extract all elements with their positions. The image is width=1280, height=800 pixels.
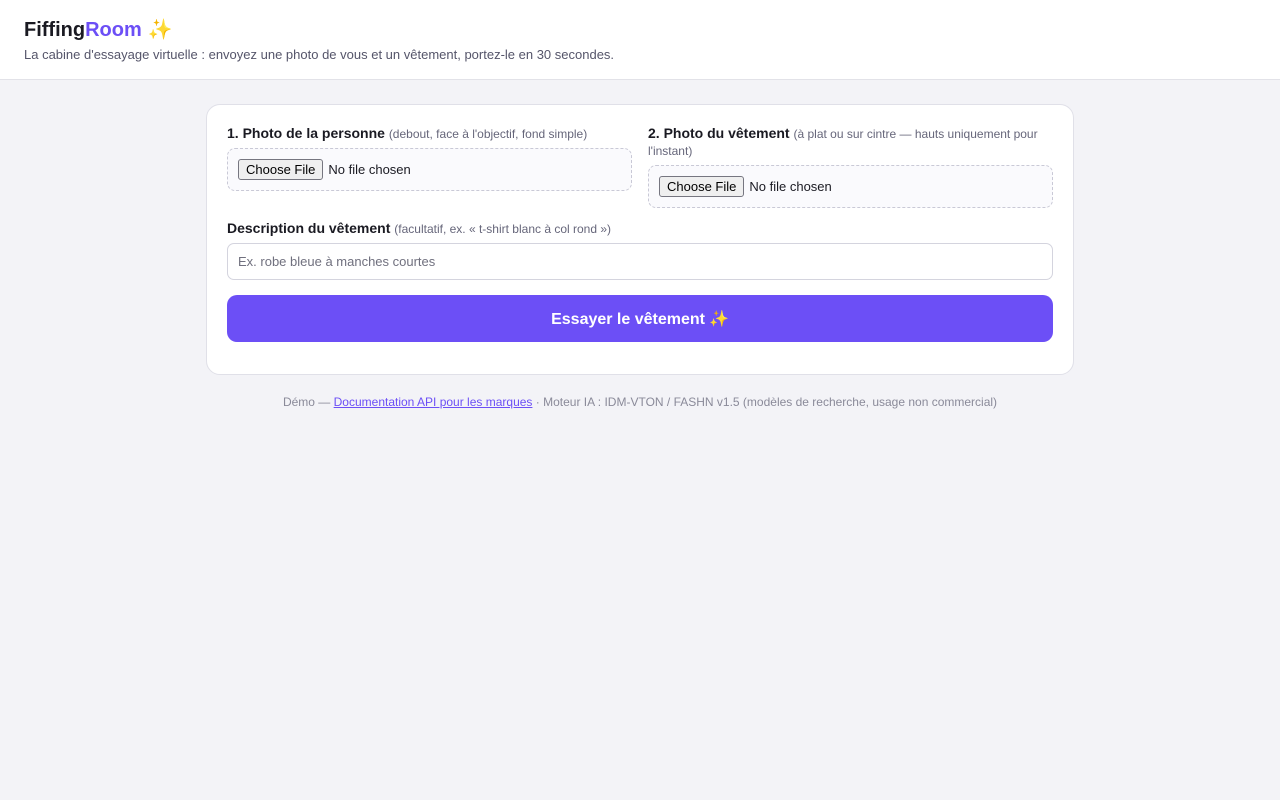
footer-suffix: · Moteur IA : IDM-VTON / FASHN v1.5 (mod… bbox=[535, 395, 998, 409]
brand-name-part1: Fiffing bbox=[24, 19, 86, 41]
person-photo-section: 1. Photo de la personne (debout, face à … bbox=[227, 125, 632, 191]
garment-photo-title: 2. Photo du vêtement bbox=[648, 125, 790, 141]
brand-name-part2: Room bbox=[85, 19, 142, 41]
page-footer: Démo — Documentation API pour les marque… bbox=[0, 394, 1280, 410]
tryon-form-card: 1. Photo de la personne (debout, face à … bbox=[206, 104, 1074, 375]
app-header: FiffingRoom ✨ La cabine d'essayage virtue… bbox=[0, 0, 1280, 80]
description-label: Description du vêtement (facultatif, ex.… bbox=[227, 220, 1053, 237]
garment-photo-choose-file-button[interactable]: Choose File bbox=[659, 176, 745, 197]
garment-description-input[interactable] bbox=[227, 243, 1053, 280]
try-on-submit-button[interactable]: Essayer le vêtement ✨ bbox=[227, 295, 1053, 342]
person-photo-hint: (debout, face à l'objectif, fond simple) bbox=[388, 127, 588, 141]
person-photo-label: 1. Photo de la personne (debout, face à … bbox=[227, 125, 632, 142]
person-photo-file-status: No file chosen bbox=[328, 162, 411, 177]
brand-logo: FiffingRoom ✨ bbox=[24, 17, 1256, 43]
person-photo-dropzone[interactable]: Choose File No file chosen bbox=[227, 148, 632, 191]
tagline: La cabine d'essayage virtuelle : envoyez… bbox=[24, 47, 615, 62]
sparkles-icon: ✨ bbox=[708, 310, 729, 328]
submit-label: Essayer le vêtement bbox=[551, 310, 705, 328]
garment-photo-label: 2. Photo du vêtement (à plat ou sur cint… bbox=[648, 125, 1053, 159]
person-photo-choose-file-button[interactable]: Choose File bbox=[238, 159, 324, 180]
garment-photo-file-status: No file chosen bbox=[749, 179, 832, 194]
garment-photo-dropzone[interactable]: Choose File No file chosen bbox=[648, 165, 1053, 208]
description-hint: (facultatif, ex. « t-shirt blanc à col r… bbox=[394, 222, 612, 236]
sparkles-icon: ✨ bbox=[147, 19, 173, 41]
description-section: Description du vêtement (facultatif, ex.… bbox=[227, 220, 1053, 280]
footer-prefix: Démo — bbox=[282, 395, 331, 409]
garment-photo-section: 2. Photo du vêtement (à plat ou sur cint… bbox=[648, 125, 1053, 208]
person-photo-title: 1. Photo de la personne bbox=[227, 125, 385, 141]
description-title: Description du vêtement bbox=[227, 220, 391, 236]
api-docs-link[interactable]: Documentation API pour les marques bbox=[334, 395, 533, 409]
